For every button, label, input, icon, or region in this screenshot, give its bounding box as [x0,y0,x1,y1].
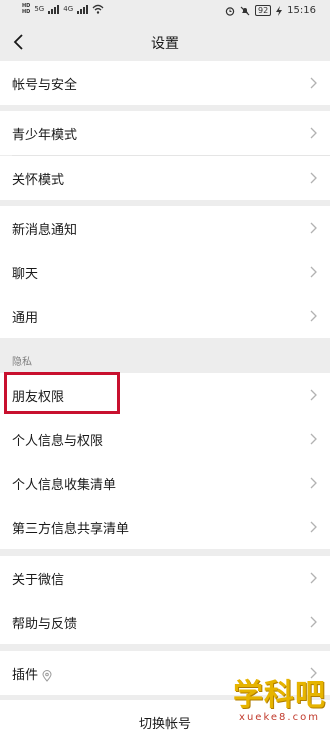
network-4g-label: 4G [63,5,74,13]
settings-item-general[interactable]: 通用 [0,294,330,338]
settings-item-about-wechat[interactable]: 关于微信 [0,556,330,600]
location-pin-icon [42,669,52,682]
page-title: 设置 [151,36,179,52]
chevron-right-icon [310,310,317,322]
signal-icon-2 [77,4,89,14]
mute-bell-icon [240,6,250,15]
settings-item-third-party-sharing-list[interactable]: 第三方信息共享清单 [0,505,330,549]
item-label: 个人信息与权限 [12,434,104,449]
settings-item-care-mode[interactable]: 关怀模式 [0,156,330,200]
section-title-privacy: 隐私 [12,357,32,368]
settings-item-teen-mode[interactable]: 青少年模式 [0,111,330,155]
clock: 15:16 [287,5,316,16]
status-left: HD HD 5G 4G [22,3,104,15]
watermark-sub: xueke8.com [239,712,320,723]
chevron-right-icon [310,433,317,445]
status-right: 92 15:16 [225,5,316,16]
chevron-right-icon [310,172,317,184]
charging-icon [276,5,283,16]
chevron-right-icon [310,616,317,628]
item-label: 青少年模式 [12,128,78,143]
plugins-label: 插件 [12,668,39,683]
chevron-right-icon [310,222,317,234]
item-label: 插件 [12,664,52,683]
wifi-icon [92,4,104,14]
watermark-logo: 学科吧 xueke8.com [233,678,326,724]
chevron-right-icon [310,572,317,584]
highlight-box [4,372,120,414]
chevron-right-icon [310,266,317,278]
item-label: 新消息通知 [12,223,78,238]
watermark-main: 学科吧 [233,678,326,713]
item-label: 个人信息收集清单 [12,478,117,493]
chevron-right-icon [310,77,317,89]
alarm-icon [225,6,235,16]
nav-bar: 设置 [0,24,330,60]
item-label: 关于微信 [12,573,65,588]
sim2-label: HD [22,9,31,15]
chevron-right-icon [310,127,317,139]
settings-item-chat[interactable]: 聊天 [0,250,330,294]
settings-item-account-security[interactable]: 帐号与安全 [0,61,330,105]
item-label: 帮助与反馈 [12,617,78,632]
signal-icon [48,4,60,14]
item-label: 关怀模式 [12,173,65,188]
item-label: 第三方信息共享清单 [12,522,130,537]
settings-item-notifications[interactable]: 新消息通知 [0,206,330,250]
chevron-right-icon [310,521,317,533]
settings-item-personal-info-permissions[interactable]: 个人信息与权限 [0,417,330,461]
settings-item-info-collection-list[interactable]: 个人信息收集清单 [0,461,330,505]
switch-account-label: 切换帐号 [138,717,191,732]
chevron-right-icon [310,477,317,489]
settings-item-help-feedback[interactable]: 帮助与反馈 [0,600,330,644]
sim-indicator: HD HD [22,3,30,15]
status-bar: HD HD 5G 4G 92 15:16 [0,0,330,24]
chevron-right-icon [310,389,317,401]
battery-indicator: 92 [254,5,272,16]
network-5g-label: 5G [34,5,45,13]
item-label: 聊天 [12,267,39,282]
item-label: 帐号与安全 [12,78,78,93]
item-label: 通用 [12,311,39,326]
